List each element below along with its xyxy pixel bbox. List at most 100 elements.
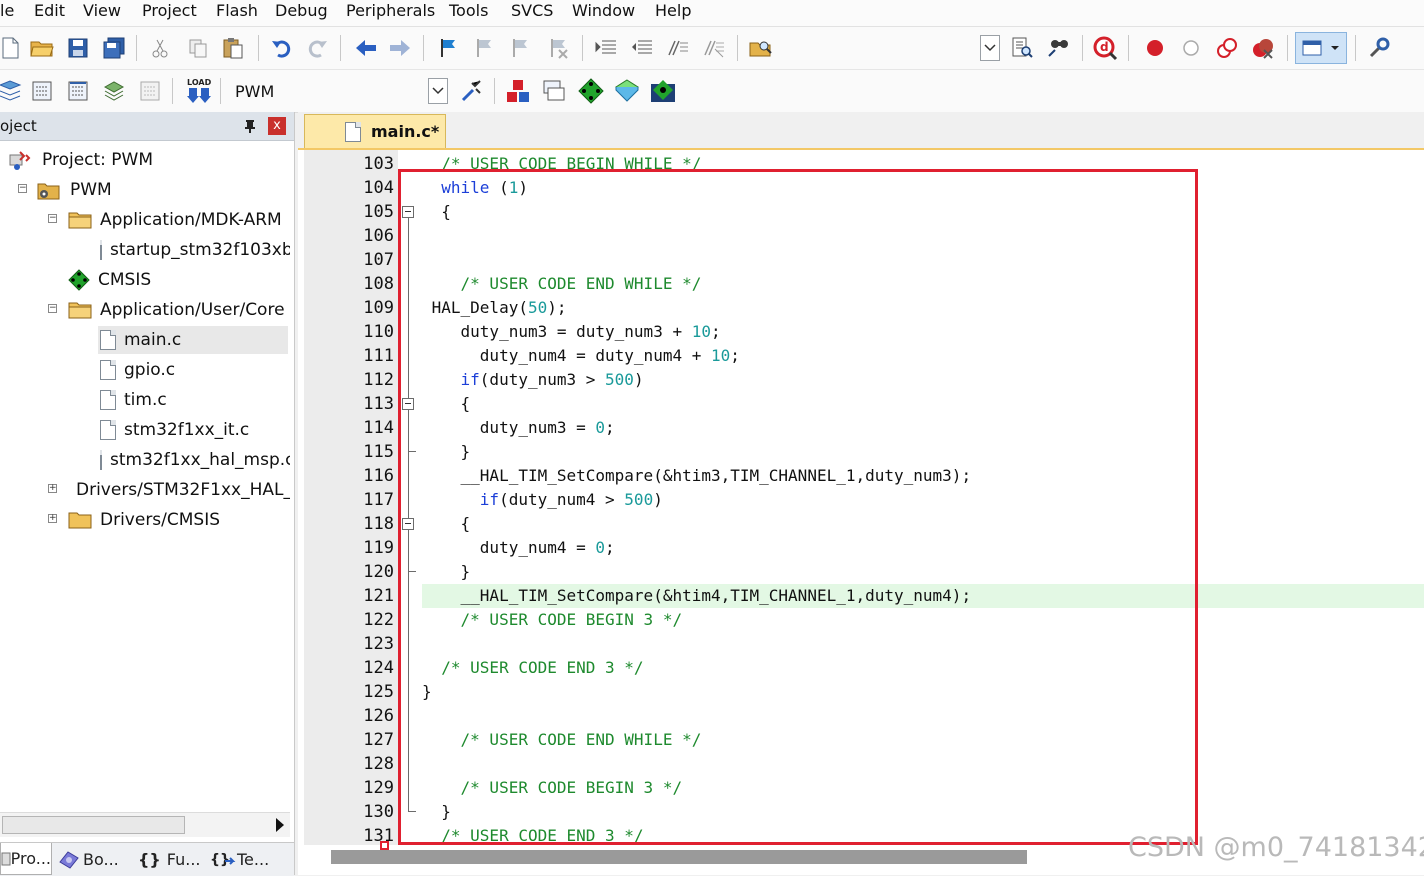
breakpoint-insert-icon[interactable] [1141, 34, 1169, 62]
expand-hal-driver-icon[interactable]: + [48, 484, 57, 493]
batch-build-icon[interactable] [100, 77, 128, 105]
redo-icon[interactable] [304, 34, 332, 62]
collapse-mdk-arm-icon[interactable]: − [48, 214, 57, 223]
code-line[interactable]: 123 [298, 632, 1424, 656]
target-options-icon[interactable] [458, 77, 486, 105]
code-line[interactable]: 127 /* USER CODE END WHILE */ [298, 728, 1424, 752]
tab-project[interactable]: Pro... [0, 843, 52, 875]
menu-project[interactable]: Project [142, 0, 197, 24]
menu-tools[interactable]: Tools [449, 0, 488, 24]
tab-functions[interactable]: {} Fu... [138, 843, 202, 875]
code-line[interactable]: 108 /* USER CODE END WHILE */ [298, 272, 1424, 296]
breakpoint-disable-icon[interactable] [1177, 34, 1205, 62]
save-all-icon[interactable] [100, 34, 128, 62]
code-editor[interactable]: 103 /* USER CODE BEGIN WHILE */104 while… [298, 150, 1424, 875]
find-in-files-icon[interactable] [747, 34, 775, 62]
menu-edit[interactable]: Edit [34, 0, 65, 24]
collapse-pwm-icon[interactable]: − [18, 184, 27, 193]
breakpoint-disable-all-icon[interactable] [1213, 34, 1241, 62]
cut-icon[interactable] [146, 34, 174, 62]
expand-cmsis-driver-icon[interactable]: + [48, 514, 57, 523]
code-area[interactable]: 103 /* USER CODE BEGIN WHILE */104 while… [298, 150, 1424, 846]
navigate-back-icon[interactable] [352, 34, 380, 62]
manage-project-items-icon[interactable] [504, 77, 532, 105]
code-line[interactable]: 120 } [298, 560, 1424, 584]
scrollbar-thumb[interactable] [2, 816, 185, 834]
pin-icon[interactable] [242, 118, 258, 134]
tab-templates[interactable]: {} Te... [209, 843, 281, 875]
code-line[interactable]: 104 while (1) [298, 176, 1424, 200]
bookmark-next-icon[interactable] [506, 34, 534, 62]
code-line[interactable]: 125} [298, 680, 1424, 704]
code-line[interactable]: 117 if(duty_num4 > 500) [298, 488, 1424, 512]
code-line[interactable]: 114 duty_num3 = 0; [298, 416, 1424, 440]
tree-item-cmsis[interactable]: CMSIS [68, 266, 290, 294]
uncomment-icon[interactable] [700, 34, 728, 62]
bookmark-prev-icon[interactable] [470, 34, 498, 62]
code-line[interactable]: 115 } [298, 440, 1424, 464]
code-line[interactable]: 105 { [298, 200, 1424, 224]
find-icon[interactable] [1008, 34, 1036, 62]
menu-file[interactable]: le [0, 0, 14, 24]
code-line[interactable]: 109 HAL_Delay(50); [298, 296, 1424, 320]
bookmark-clear-icon[interactable] [544, 34, 572, 62]
target-dropdown-icon[interactable] [428, 78, 448, 104]
manage-multiproject-icon[interactable] [540, 77, 568, 105]
tree-item-application-mdk-arm[interactable]: Application/MDK-ARM [68, 206, 290, 234]
tree-item-project[interactable]: Project: PWM [8, 146, 290, 174]
fold-collapse-icon[interactable] [402, 398, 414, 410]
fold-collapse-icon[interactable] [402, 518, 414, 530]
open-folder-icon[interactable] [28, 34, 56, 62]
bookmark-toggle-icon[interactable] [434, 34, 462, 62]
copy-icon[interactable] [184, 34, 212, 62]
tree-item-hal-msp-c[interactable]: stm32f1xx_hal_msp.c [100, 446, 290, 474]
build-icon[interactable] [28, 77, 56, 105]
code-line[interactable]: 129 /* USER CODE BEGIN 3 */ [298, 776, 1424, 800]
scrollbar-thumb[interactable] [331, 850, 1027, 864]
code-line[interactable]: 103 /* USER CODE BEGIN WHILE */ [298, 152, 1424, 176]
code-line[interactable]: 130 } [298, 800, 1424, 824]
download-load-icon[interactable]: LOAD [184, 75, 212, 107]
stop-build-icon[interactable] [136, 77, 164, 105]
pack-installer-icon[interactable] [649, 77, 677, 105]
menu-debug[interactable]: Debug [275, 0, 328, 24]
code-line[interactable]: 119 duty_num4 = 0; [298, 536, 1424, 560]
code-line[interactable]: 118 { [298, 512, 1424, 536]
comment-icon[interactable] [664, 34, 692, 62]
paste-icon[interactable] [219, 34, 247, 62]
code-line[interactable]: 124 /* USER CODE END 3 */ [298, 656, 1424, 680]
find-combo-dropdown-icon[interactable] [980, 35, 1000, 61]
tree-item-gpio-c[interactable]: gpio.c [100, 356, 290, 384]
code-line[interactable]: 112 if(duty_num3 > 500) [298, 368, 1424, 392]
tree-item-application-user-core[interactable]: Application/User/Core [68, 296, 290, 324]
rebuild-icon[interactable] [64, 77, 92, 105]
code-line[interactable]: 110 duty_num3 = duty_num3 + 10; [298, 320, 1424, 344]
tree-item-main-c[interactable]: main.c [100, 326, 290, 354]
code-line[interactable]: 106 [298, 224, 1424, 248]
menu-view[interactable]: View [83, 0, 121, 24]
tab-books[interactable]: Bo... [57, 843, 123, 875]
select-software-packs-icon[interactable] [613, 77, 641, 105]
tree-item-pwm[interactable]: PWM [36, 176, 290, 204]
configure-icon[interactable] [1365, 34, 1393, 62]
debug-session-icon[interactable]: d [1092, 34, 1120, 62]
new-file-icon[interactable] [0, 34, 24, 62]
project-panel-scrollbar[interactable] [0, 812, 290, 837]
window-layout-icon[interactable] [1295, 32, 1347, 64]
scroll-right-icon[interactable] [276, 818, 284, 832]
tree-item-drivers-hal[interactable]: Drivers/STM32F1xx_HAL_Driver [68, 476, 290, 504]
code-line[interactable]: 121 __HAL_TIM_SetCompare(&htim4,TIM_CHAN… [298, 584, 1424, 608]
navigate-forward-icon[interactable] [386, 34, 414, 62]
translate-icon[interactable] [0, 77, 24, 105]
menu-peripherals[interactable]: Peripherals [346, 0, 435, 24]
panel-close-button[interactable]: x [268, 117, 286, 135]
collapse-user-core-icon[interactable]: − [48, 304, 57, 313]
indent-icon[interactable] [592, 34, 620, 62]
editor-tab-main-c[interactable]: main.c* [304, 114, 446, 148]
code-line[interactable]: 113 { [298, 392, 1424, 416]
incremental-find-icon[interactable] [1044, 34, 1072, 62]
code-line[interactable]: 116 __HAL_TIM_SetCompare(&htim3,TIM_CHAN… [298, 464, 1424, 488]
undo-icon[interactable] [267, 34, 295, 62]
code-line[interactable]: 111 duty_num4 = duty_num4 + 10; [298, 344, 1424, 368]
save-icon[interactable] [64, 34, 92, 62]
